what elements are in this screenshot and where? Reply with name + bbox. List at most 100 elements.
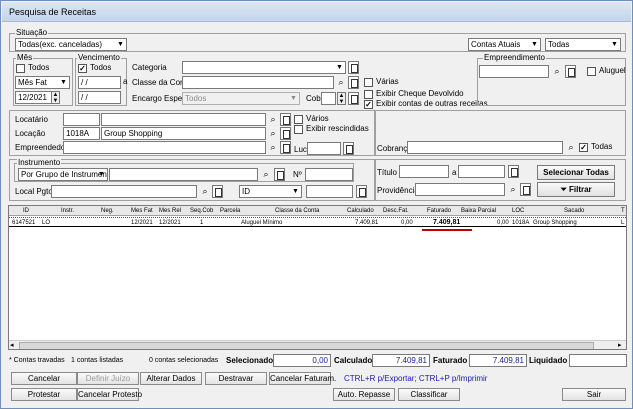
local-pgto-input[interactable] (51, 185, 197, 198)
locacao-code-input[interactable]: 1018A (63, 127, 100, 140)
col-neg[interactable]: Neg. (101, 206, 114, 216)
empreendimento-new-icon[interactable] (565, 65, 576, 78)
mes-tipo-select[interactable]: Mês Fat ▼ (15, 76, 70, 89)
empreendedor-new-icon[interactable] (280, 141, 291, 154)
scroll-left-icon[interactable]: ◂ (10, 341, 14, 349)
exibir-rescindidas-checkbox[interactable] (294, 125, 303, 134)
col-sacado[interactable]: Sacado (564, 206, 584, 216)
binoculars-icon[interactable]: ⌕ (260, 168, 272, 181)
mes-todos-checkbox[interactable] (16, 64, 25, 73)
aluguel-checkbox[interactable] (587, 67, 596, 76)
numero-input[interactable] (305, 168, 353, 181)
cobr-new-icon[interactable] (348, 92, 359, 105)
binoculars-icon[interactable]: ⌕ (507, 183, 519, 196)
titulo-ate-input[interactable] (458, 165, 505, 178)
empreendedor-input[interactable] (63, 141, 266, 154)
cobranca-input[interactable] (407, 141, 563, 154)
locatario-input[interactable] (101, 113, 266, 126)
cobr-input[interactable] (321, 92, 336, 105)
col-mes-rel[interactable]: Mes Rel (159, 206, 181, 216)
locatario-code-input[interactable] (63, 113, 100, 126)
cobr-spinner[interactable]: ▲ ▼ (337, 92, 346, 105)
col-instr[interactable]: Instr. (61, 206, 74, 216)
instrumento-select[interactable]: Por Grupo de Instrumento ▼ (18, 168, 108, 181)
cell-baixa-parcial: 0,00 (497, 220, 509, 226)
col-desc-fat[interactable]: Desc.Fat. (383, 206, 409, 216)
faturado-highlight-underline (422, 229, 472, 231)
chevron-down-icon: ▼ (336, 64, 343, 71)
col-id[interactable]: ID (23, 206, 29, 216)
definir-juizo-button[interactable]: Definir Juízo (77, 372, 139, 385)
local-pgto-new-icon[interactable] (212, 185, 223, 198)
col-seq-cob[interactable]: Seq.Cob (190, 206, 213, 216)
classificar-button[interactable]: Classificar (398, 388, 460, 401)
situacao-select[interactable]: Todas(exc. canceladas) ▼ (15, 38, 127, 51)
col-classe[interactable]: Classe da Conta (275, 206, 319, 216)
alterar-dados-button[interactable]: Alterar Dados (140, 372, 202, 385)
binoculars-icon[interactable]: ⌕ (565, 141, 577, 154)
titulo-new-icon[interactable] (508, 165, 519, 178)
vencimento-todos-checkbox[interactable]: ✓ (78, 64, 87, 73)
encargo-select[interactable]: Todos ▼ (182, 92, 300, 105)
protestar-button[interactable]: Protestar (11, 388, 77, 401)
exibir-outras-checkbox[interactable]: ✓ (364, 100, 373, 109)
horizontal-scrollbar[interactable]: ◂ ▸ (9, 340, 626, 349)
col-calculado[interactable]: Calculado (347, 206, 374, 216)
locacao-input[interactable]: Group Shopping (101, 127, 266, 140)
todas-select[interactable]: Todas ▼ (545, 38, 621, 51)
col-parcela[interactable]: Parcela (220, 206, 240, 216)
binoculars-icon[interactable]: ⌕ (335, 76, 347, 89)
locatario-new-icon[interactable] (280, 113, 291, 126)
binoculars-icon[interactable]: ⌕ (267, 127, 279, 140)
cancelar-protesto-button[interactable]: Cancelar Protesto (77, 388, 142, 401)
sair-button[interactable]: Sair (562, 388, 626, 401)
id-input[interactable] (306, 185, 353, 198)
contas-select[interactable]: Contas Atuais ▼ (468, 38, 541, 51)
binoculars-icon[interactable]: ⌕ (551, 65, 563, 78)
col-loc[interactable]: LOC (512, 206, 524, 216)
locacao-new-icon[interactable] (280, 127, 291, 140)
titulo-de-input[interactable] (399, 165, 449, 178)
table-row[interactable]: 6147521 LO 12/2021 12/2021 1 Aluguel Mín… (9, 217, 626, 227)
varias-checkbox[interactable] (364, 78, 373, 87)
col-baixa-parcial[interactable]: Baixa Parcial (461, 206, 496, 216)
results-grid[interactable]: ID Instr. Neg. Mes Fat Mes Rel Seq.Cob P… (8, 205, 627, 350)
col-faturado[interactable]: Faturado (427, 206, 451, 216)
binoculars-icon[interactable]: ⌕ (267, 141, 279, 154)
binoculars-icon[interactable]: ⌕ (267, 113, 279, 126)
cancelar-button[interactable]: Cancelar (11, 372, 77, 385)
faturado-label: Faturado (433, 356, 468, 365)
id-select[interactable]: ID ▼ (239, 185, 302, 198)
providencia-new-icon[interactable] (520, 183, 531, 196)
contas-listadas-count: 1 contas listadas (71, 357, 124, 364)
destravar-button[interactable]: Destravar (205, 372, 267, 385)
instrumento-new-icon[interactable] (274, 168, 285, 181)
cancelar-faturam-button[interactable]: Cancelar Faturam. (269, 372, 336, 385)
id-new-icon[interactable] (356, 185, 367, 198)
liquidado-value (569, 354, 627, 367)
instrumento-input[interactable] (109, 168, 258, 181)
scrollbar-thumb[interactable] (19, 342, 594, 349)
providencia-input[interactable] (415, 183, 505, 196)
selecionar-todas-button[interactable]: Selecionar Todas (537, 165, 615, 180)
auto-repasse-button[interactable]: Auto. Repasse (333, 388, 395, 401)
col-mes-fat[interactable]: Mes Fat (131, 206, 153, 216)
mes-spinner[interactable]: ▲ ▼ (51, 91, 60, 104)
exibir-cheque-checkbox[interactable] (364, 90, 373, 99)
vencimento-de-input[interactable]: / / (78, 76, 121, 89)
filtrar-button[interactable]: ⏷ Filtrar (537, 182, 615, 197)
classe-new-icon[interactable] (348, 76, 359, 89)
luc-new-icon[interactable] (343, 142, 354, 155)
col-t[interactable]: T (621, 206, 625, 216)
vencimento-ate-input[interactable]: / / (78, 91, 121, 104)
categoria-new-icon[interactable] (348, 61, 359, 74)
luc-input[interactable] (307, 142, 341, 155)
cobranca-todas-checkbox[interactable]: ✓ (579, 143, 588, 152)
categoria-select[interactable]: ▼ (182, 61, 346, 74)
varios-checkbox[interactable] (294, 115, 303, 124)
classe-input[interactable] (182, 76, 334, 89)
scroll-right-icon[interactable]: ▸ (618, 341, 622, 349)
empreendimento-input[interactable] (479, 65, 549, 78)
providencia-label: Providência (377, 186, 419, 195)
binoculars-icon[interactable]: ⌕ (199, 185, 211, 198)
